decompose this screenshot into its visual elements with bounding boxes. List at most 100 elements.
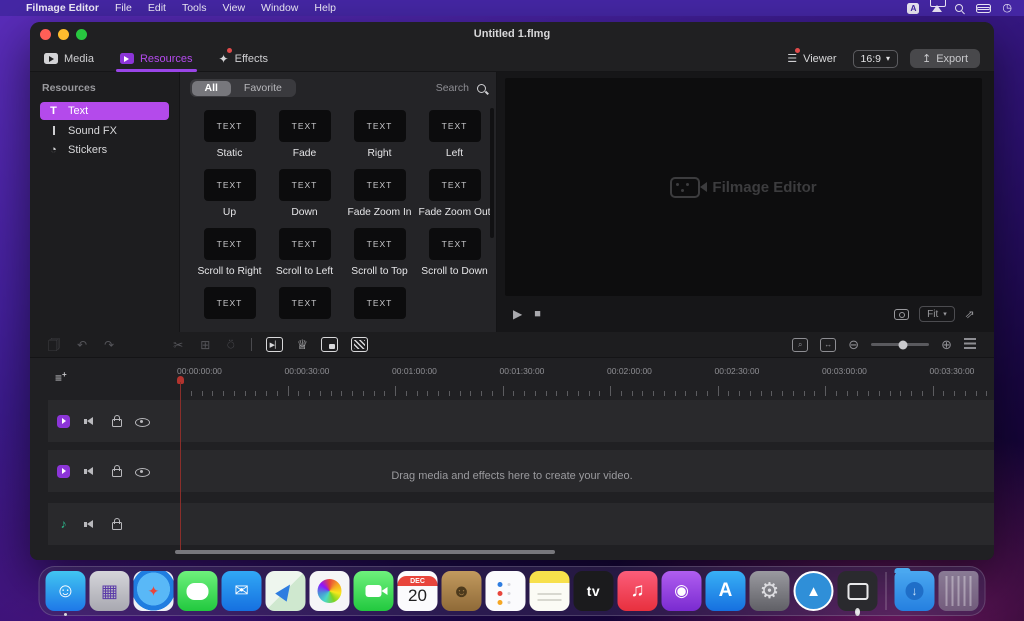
timeline-ruler[interactable]: 00:00:00:0000:00:30:0000:01:00:0000:01:3… [175,364,994,396]
lock-icon[interactable] [109,415,122,428]
pip-icon[interactable] [321,337,338,352]
dock-photos-icon[interactable] [310,571,350,611]
text-preset-thumbnail[interactable]: TEXT [204,110,256,142]
lock-icon[interactable] [109,518,122,531]
text-preset-thumbnail[interactable]: TEXT [204,169,256,201]
tab-resources[interactable]: Resources [120,46,193,72]
text-preset-thumbnail[interactable]: TEXT [204,287,256,319]
timeline-track-video-1[interactable] [48,400,994,442]
dock-maps-icon[interactable] [266,571,306,611]
menu-item-window[interactable]: Window [261,2,298,14]
timeline-zoom-slider[interactable] [871,343,929,346]
marker-icon[interactable]: ▶▏ [266,337,283,352]
export-button[interactable]: ↥ Export [910,49,980,68]
dock-safari-icon[interactable]: ✦ [134,571,174,611]
text-preset-item[interactable]: TEXTScroll to Top [342,228,417,287]
split-icon[interactable]: ⊞ [200,339,210,351]
undo-icon[interactable]: ↶ [77,339,87,351]
dock-trash-icon[interactable] [939,571,979,611]
dock-finder-icon[interactable]: ☺ [46,571,86,611]
text-preset-item[interactable]: TEXTDown [267,169,342,228]
music-icon[interactable]: ♪ [57,518,70,531]
menu-item-tools[interactable]: Tools [182,2,207,14]
dock-mail-icon[interactable]: ✉ [222,571,262,611]
text-preset-item[interactable]: TEXT [192,287,267,332]
track-list-icon[interactable] [964,338,976,351]
zoom-out-icon[interactable]: ⊖ [848,338,859,351]
text-preset-item[interactable]: TEXTUp [192,169,267,228]
text-preset-item[interactable]: TEXTRight [342,110,417,169]
video-icon[interactable] [57,415,70,428]
text-preset-thumbnail[interactable]: TEXT [204,228,256,260]
text-preset-thumbnail[interactable]: TEXT [429,169,481,201]
clock-icon[interactable]: ◷ [1002,3,1012,14]
dock-podcasts-icon[interactable]: ◉ [662,571,702,611]
fit-select[interactable]: Fit ▾ [919,306,955,322]
attach-clip-icon[interactable]: ⍥ [227,339,234,351]
fullscreen-icon[interactable]: ⇗ [964,308,974,321]
viewer-toggle[interactable]: ☰ Viewer [787,52,836,65]
redo-icon[interactable]: ↷ [104,339,114,351]
app-menu-title[interactable]: Filmage Editor [26,2,99,14]
timeline-horizontal-scrollbar[interactable] [175,550,555,554]
airplay-icon[interactable] [932,5,942,12]
tab-media[interactable]: Media [44,46,94,72]
text-preset-item[interactable]: TEXT [342,287,417,332]
dock-music-icon[interactable]: ♫ [618,571,658,611]
text-preset-item[interactable]: TEXTFade Zoom Out [417,169,492,228]
add-track-icon[interactable]: ≡+ [55,370,67,385]
menu-item-edit[interactable]: Edit [148,2,166,14]
aspect-ratio-select[interactable]: 16:9 ▾ [853,50,898,68]
dock-settings-icon[interactable]: ⚙ [750,571,790,611]
panel-scrollbar[interactable] [490,108,494,238]
dock-notes-icon[interactable] [530,571,570,611]
dock-appstore-icon[interactable]: A [706,571,746,611]
sidebar-item-text[interactable]: TText [40,102,169,120]
delete-icon[interactable]: 🗍 [48,339,60,351]
text-preset-item[interactable]: TEXTScroll to Right [192,228,267,287]
cut-scissors-icon[interactable]: ✂ [173,339,183,351]
dock-facetime-icon[interactable] [354,571,394,611]
filter-favorite[interactable]: Favorite [231,81,295,96]
text-preset-thumbnail[interactable]: TEXT [429,110,481,142]
control-center-icon[interactable] [976,4,989,13]
dock-reminders-icon[interactable] [486,571,526,611]
tab-effects[interactable]: ✦ Effects [219,46,269,72]
dock-launchpad-icon[interactable]: ▦ [90,571,130,611]
dock-messages-icon[interactable] [178,571,218,611]
text-preset-item[interactable]: TEXTLeft [417,110,492,169]
timeline-track-audio-3[interactable]: ♪ [48,503,994,545]
snapshot-camera-icon[interactable] [894,309,909,320]
menu-item-file[interactable]: File [115,2,132,14]
dock-appletv-icon[interactable]: tv [574,571,614,611]
zoom-slider-knob[interactable] [898,340,907,349]
spotlight-search-icon[interactable] [955,4,963,12]
speaker-icon[interactable] [83,415,96,428]
text-preset-item[interactable]: TEXTScroll to Left [267,228,342,287]
text-preset-thumbnail[interactable]: TEXT [279,287,331,319]
fit-width-icon[interactable]: ↔ [820,338,836,352]
dock-contacts-icon[interactable]: ☻ [442,571,482,611]
stop-button[interactable]: ■ [534,308,541,320]
menu-item-help[interactable]: Help [314,2,336,14]
speaker-icon[interactable] [83,518,96,531]
text-preset-thumbnail[interactable]: TEXT [354,110,406,142]
dock-calendar-icon[interactable]: DEC20 [398,571,438,611]
transition-icon[interactable] [351,337,368,352]
text-preset-thumbnail[interactable]: TEXT [279,228,331,260]
text-preset-item[interactable]: TEXT [267,287,342,332]
text-preset-thumbnail[interactable]: TEXT [429,228,481,260]
play-button[interactable]: ▶ [513,307,522,321]
text-preset-item[interactable]: TEXTFade Zoom In [342,169,417,228]
dock-downloads-icon[interactable]: ↓ [895,571,935,611]
eye-icon[interactable] [135,415,148,428]
dock-filmage-screen-icon[interactable]: ▲ [794,571,834,611]
zoom-to-fit-icon[interactable]: ⌕ [792,338,808,352]
text-preset-thumbnail[interactable]: TEXT [354,228,406,260]
text-preset-item[interactable]: TEXTFade [267,110,342,169]
text-preset-thumbnail[interactable]: TEXT [279,169,331,201]
text-preset-item[interactable]: TEXTStatic [192,110,267,169]
sidebar-item-stickers[interactable]: ◔Stickers [40,141,169,158]
text-preset-thumbnail[interactable]: TEXT [354,169,406,201]
dock-filmage-editor-icon[interactable] [838,571,878,611]
